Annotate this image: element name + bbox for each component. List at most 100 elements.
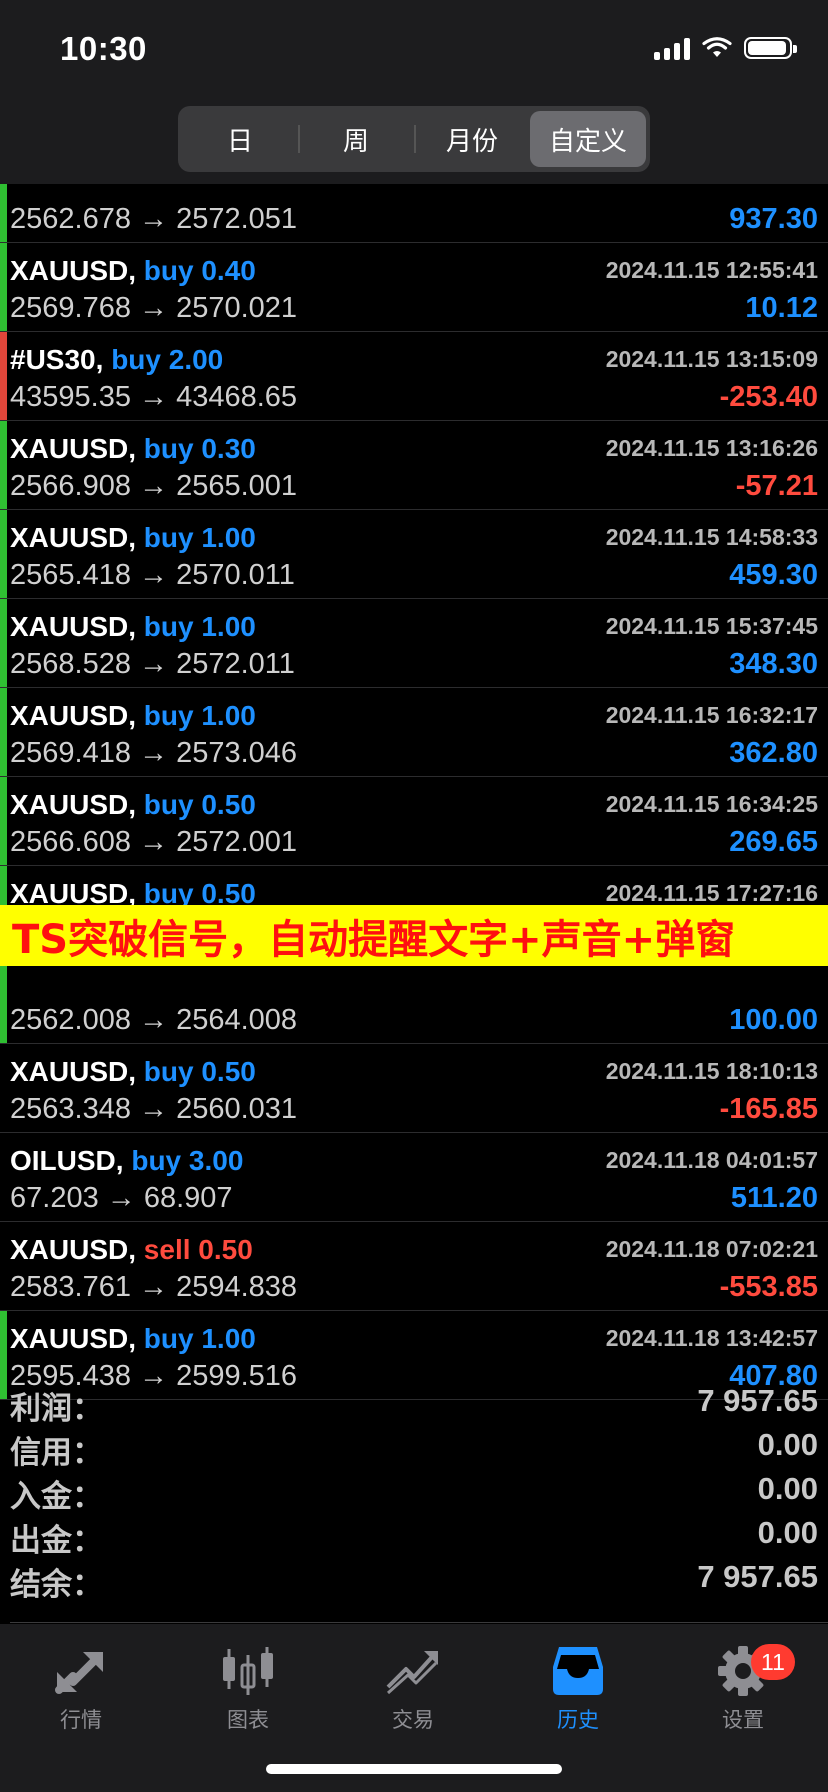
period-tab-1[interactable]: 周	[298, 111, 414, 167]
trade-profit: 511.20	[730, 1182, 818, 1214]
trade-date: 2024.11.18 07:02:21	[605, 1236, 818, 1262]
trade-row[interactable]: XAUUSD, buy 1.00 2565.418 → 2570.011 2024.…	[0, 510, 828, 599]
trade-history-list[interactable]: 2562.678 → 2572.051 937.30 XAUUSD, buy 0.4…	[0, 154, 828, 1400]
position-side-indicator	[0, 955, 7, 1043]
trade-direction: sell	[143, 1234, 191, 1265]
trade-lots: 0.50	[201, 1056, 256, 1087]
trade-direction: buy	[143, 611, 194, 642]
tab-chart[interactable]: 图表	[198, 1638, 298, 1734]
tab-quotes[interactable]: 行情	[31, 1638, 131, 1734]
trade-prices: 2568.528 → 2572.011	[10, 648, 295, 680]
trade-symbol: XAUUSD,	[10, 433, 137, 464]
tab-trade-label: 交易	[392, 1709, 434, 1732]
period-tab-3[interactable]: 自定义	[530, 111, 646, 167]
inbox-icon	[528, 1638, 628, 1704]
trade-prices: 2583.761 → 2594.838	[10, 1271, 298, 1303]
battery-icon	[744, 37, 797, 59]
trade-date: 2024.11.15 13:16:26	[605, 435, 818, 461]
trade-prices: 2566.908 → 2565.001	[10, 470, 298, 502]
trade-prices: 2562.008 → 2564.008	[10, 1004, 298, 1036]
summary-label: 入金：	[10, 1479, 103, 1514]
summary-row: 信用： 0.00	[0, 1427, 828, 1471]
trade-symbol: XAUUSD,	[10, 255, 137, 286]
status-icons	[654, 36, 797, 60]
trade-row[interactable]: XAUUSD, buy 0.50 2566.608 → 2572.001 2024.…	[0, 777, 828, 866]
trade-row[interactable]: OILUSD, buy 3.00 67.203 → 68.907 2024.11.1…	[0, 1133, 828, 1222]
period-tab-0[interactable]: 日	[182, 111, 298, 167]
trade-lots: 0.40	[201, 255, 256, 286]
trade-row[interactable]: 2562.008 → 2564.008 100.00	[0, 955, 828, 1044]
trade-lots: 1.00	[201, 700, 256, 731]
wifi-icon	[702, 37, 732, 57]
summary-row: 利润： 7 957.65	[0, 1383, 828, 1427]
trade-profit: 100.00	[729, 1004, 818, 1036]
trade-direction: buy	[143, 700, 194, 731]
trade-title: XAUUSD, buy 1.00	[10, 522, 256, 554]
trade-prices: 2569.768 → 2570.021	[10, 292, 298, 324]
trade-date: 2024.11.15 17:27:16	[605, 880, 818, 906]
cellular-signal-icon	[654, 36, 690, 60]
summary-value: 7 957.65	[697, 1559, 818, 1594]
trade-lots: 0.50	[201, 789, 256, 820]
trade-symbol: XAUUSD,	[10, 789, 137, 820]
trade-lots: 1.00	[201, 1323, 256, 1354]
trade-profit: 269.65	[729, 826, 818, 858]
trade-title: XAUUSD, buy 0.50	[10, 1056, 256, 1088]
tab-history-label: 历史	[557, 1709, 599, 1732]
trade-profit: 459.30	[729, 559, 818, 591]
trade-prices: 2562.678 → 2572.051	[10, 203, 298, 235]
trade-date: 2024.11.15 13:15:09	[605, 346, 818, 372]
trade-profit: -553.85	[719, 1271, 818, 1303]
period-selector: 日周月份 自定义	[178, 106, 650, 172]
trade-row[interactable]: XAUUSD, buy 0.30 2566.908 → 2565.001 2024.…	[0, 421, 828, 510]
trade-title: OILUSD, buy 3.00	[10, 1145, 243, 1177]
trade-prices: 2563.348 → 2560.031	[10, 1093, 298, 1125]
header: 10:30 日周月份 自定义	[0, 0, 828, 184]
trade-symbol: XAUUSD,	[10, 1056, 137, 1087]
trade-row[interactable]: XAUUSD, sell 0.50 2583.761 → 2594.838 2024…	[0, 1222, 828, 1311]
candlestick-icon	[198, 1638, 298, 1704]
position-side-indicator	[0, 332, 7, 420]
trade-profit: -57.21	[735, 470, 818, 502]
trade-lots: 3.00	[188, 1145, 244, 1176]
trade-row[interactable]: XAUUSD, buy 1.00 2568.528 → 2572.011 2024.…	[0, 599, 828, 688]
trade-lots: 0.50	[198, 1234, 253, 1265]
summary-value: 7 957.65	[697, 1383, 818, 1418]
period-tab-2[interactable]: 月份	[414, 111, 530, 167]
trade-row[interactable]: XAUUSD, buy 0.50 2563.348 → 2560.031 2024.…	[0, 1044, 828, 1133]
trade-row[interactable]: XAUUSD, buy 0.40 2569.768 → 2570.021 2024.…	[0, 243, 828, 332]
tab-history[interactable]: 历史	[528, 1638, 628, 1734]
trade-title: XAUUSD, buy 0.40	[10, 255, 256, 287]
trade-row[interactable]: #US30, buy 2.00 43595.35 → 43468.65 2024.1…	[0, 332, 828, 421]
trade-direction: buy	[143, 255, 194, 286]
trade-symbol: #US30,	[10, 344, 104, 375]
trade-symbol: XAUUSD,	[10, 522, 137, 553]
home-indicator	[266, 1764, 562, 1774]
trade-prices: 2569.418 → 2573.046	[10, 737, 298, 769]
trade-row[interactable]: XAUUSD, buy 1.00 2569.418 → 2573.046 2024.…	[0, 688, 828, 777]
trade-date: 2024.11.15 16:34:25	[605, 791, 818, 817]
tab-settings[interactable]: 设置 11	[693, 1638, 795, 1734]
trade-date: 2024.11.18 04:01:57	[605, 1147, 818, 1173]
trade-direction: buy	[131, 1145, 182, 1176]
summary-row: 入金： 0.00	[0, 1471, 828, 1515]
summary-value: 0.00	[757, 1515, 818, 1550]
trade-symbol: XAUUSD,	[10, 1323, 137, 1354]
summary-label: 利润：	[10, 1391, 103, 1426]
tab-chart-label: 图表	[227, 1709, 269, 1732]
position-side-indicator	[0, 688, 7, 776]
summary-label: 出金：	[10, 1523, 103, 1558]
trade-profit: -253.40	[719, 381, 818, 413]
summary-label: 结余：	[10, 1567, 103, 1602]
trade-profit: 348.30	[729, 648, 818, 680]
notification-badge: 11	[751, 1644, 795, 1680]
position-side-indicator	[0, 421, 7, 509]
trade-prices: 67.203 → 68.907	[10, 1182, 233, 1214]
trade-profit: -165.85	[719, 1093, 818, 1125]
trade-symbol: OILUSD,	[10, 1145, 124, 1176]
position-side-indicator	[0, 243, 7, 331]
trade-prices: 2566.608 → 2572.001	[10, 826, 298, 858]
trade-direction: buy	[143, 1056, 194, 1087]
position-side-indicator	[0, 599, 7, 687]
tab-trade[interactable]: 交易	[363, 1638, 463, 1734]
